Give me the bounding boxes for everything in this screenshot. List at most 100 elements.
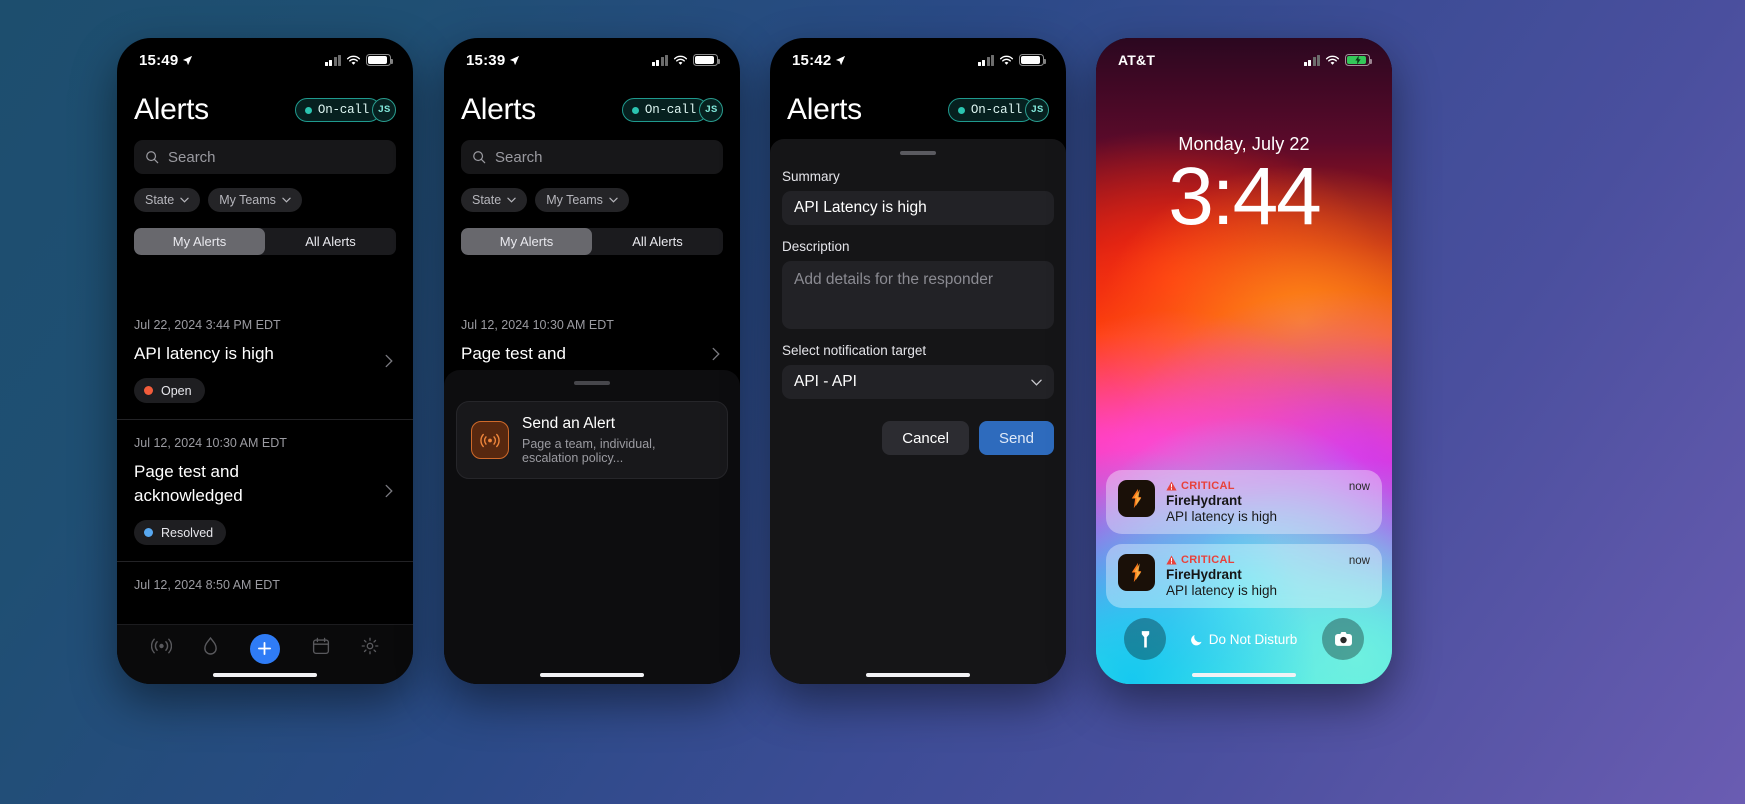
firehydrant-icon xyxy=(1118,480,1155,517)
status-time-group: 15:49 xyxy=(139,52,193,69)
status-time-group: 15:39 xyxy=(466,52,520,69)
tab-my-alerts[interactable]: My Alerts xyxy=(461,228,592,255)
phone-1-alerts-list: 15:49 Alerts On-call JS Search State My … xyxy=(117,38,413,684)
chevron-down-icon xyxy=(282,197,291,203)
warning-triangle-icon xyxy=(1166,555,1177,565)
cancel-button[interactable]: Cancel xyxy=(882,421,969,455)
description-field[interactable]: Add details for the responder xyxy=(782,261,1054,329)
send-alert-form-sheet: Summary API Latency is high Description … xyxy=(770,139,1066,684)
oncall-label: On-call xyxy=(317,103,369,117)
summary-field[interactable]: API Latency is high xyxy=(782,191,1054,225)
app-header-behind-sheet: Alerts On-call JS xyxy=(770,82,1066,138)
page-title: Alerts xyxy=(134,93,209,126)
notification-text: CRITICAL FireHydrant API latency is high xyxy=(1166,554,1370,598)
list-item[interactable]: CRITICAL FireHydrant API latency is high… xyxy=(1106,544,1382,608)
oncall-badge[interactable]: On-call xyxy=(621,98,708,122)
filter-chip-my-teams-label: My Teams xyxy=(219,193,276,207)
table-row[interactable]: Jul 12, 2024 10:30 AM EDT Page test and … xyxy=(117,420,413,562)
sidebar-item-schedule[interactable] xyxy=(312,637,330,660)
notification-level: CRITICAL xyxy=(1166,480,1370,492)
gear-icon xyxy=(361,637,379,655)
tab-all-alerts[interactable]: All Alerts xyxy=(592,228,723,255)
filter-chip-state[interactable]: State xyxy=(461,188,528,212)
header-right: On-call JS xyxy=(621,98,723,122)
create-button[interactable] xyxy=(249,633,280,664)
alert-date: Jul 12, 2024 10:30 AM EDT xyxy=(134,436,287,450)
filter-chip-state[interactable]: State xyxy=(134,188,201,212)
summary-value: API Latency is high xyxy=(794,199,927,216)
alert-date: Jul 12, 2024 8:50 AM EDT xyxy=(134,578,280,592)
alert-date: Jul 22, 2024 3:44 PM EDT xyxy=(134,318,281,332)
status-bar: 15:49 xyxy=(117,38,413,82)
sidebar-item-incidents[interactable] xyxy=(203,636,218,661)
firehydrant-glyph xyxy=(1131,562,1142,583)
sheet-grabber[interactable] xyxy=(900,151,936,155)
carrier-label: AT&T xyxy=(1118,52,1156,68)
cellular-signal-icon xyxy=(324,54,341,66)
filter-chip-my-teams[interactable]: My Teams xyxy=(535,188,629,212)
send-an-alert-title: Send an Alert xyxy=(522,415,616,432)
avatar[interactable]: JS xyxy=(699,98,723,122)
status-badge: Resolved xyxy=(134,520,227,545)
table-row[interactable]: Jul 22, 2024 3:44 PM EDT API latency is … xyxy=(117,302,413,420)
description-label: Description xyxy=(782,239,850,254)
tab-my-alerts[interactable]: My Alerts xyxy=(134,228,265,255)
wifi-icon xyxy=(1325,55,1340,65)
tab-all-alerts[interactable]: All Alerts xyxy=(265,228,396,255)
wifi-icon xyxy=(346,55,361,65)
notification-target-select[interactable]: API - API xyxy=(782,365,1054,399)
cellular-signal-icon xyxy=(651,54,668,66)
warning-triangle-icon xyxy=(1166,481,1177,491)
home-indicator xyxy=(866,673,970,677)
moon-icon xyxy=(1190,634,1202,645)
sheet-grabber[interactable] xyxy=(574,381,610,385)
filter-chip-state-label: State xyxy=(472,193,502,207)
status-badge-label: Resolved xyxy=(161,525,214,540)
notification-time: now xyxy=(1348,481,1370,493)
sidebar-item-alerts[interactable] xyxy=(150,638,172,659)
battery-icon xyxy=(1019,54,1047,66)
notification-time: now xyxy=(1348,555,1370,567)
flashlight-button[interactable] xyxy=(1124,618,1166,660)
alerts-segmented-control: My Alerts All Alerts xyxy=(134,228,396,255)
notification-level-label: CRITICAL xyxy=(1181,554,1235,566)
notification-target-value: API - API xyxy=(794,373,857,390)
list-item[interactable]: CRITICAL FireHydrant API latency is high… xyxy=(1106,470,1382,534)
calendar-icon xyxy=(312,637,329,655)
carrier-label-group: AT&T xyxy=(1118,52,1155,68)
status-indicators xyxy=(324,54,394,66)
filter-chip-my-teams[interactable]: My Teams xyxy=(208,188,302,212)
oncall-badge[interactable]: On-call xyxy=(294,98,381,122)
location-arrow-icon xyxy=(510,55,520,65)
header-right: On-call JS xyxy=(947,98,1049,122)
send-alert-sheet: Send an Alert Page a team, individual, e… xyxy=(444,370,740,684)
broadcast-signal-icon xyxy=(471,421,509,459)
status-indicators xyxy=(977,54,1047,66)
search-input[interactable]: Search xyxy=(461,140,723,174)
send-an-alert-card[interactable]: Send an Alert Page a team, individual, e… xyxy=(456,401,728,479)
search-input[interactable]: Search xyxy=(134,140,396,174)
oncall-status-dot xyxy=(304,106,312,114)
avatar[interactable]: JS xyxy=(372,98,396,122)
avatar[interactable]: JS xyxy=(1025,98,1049,122)
chevron-right-icon xyxy=(712,347,720,361)
notification-target-label: Select notification target xyxy=(782,343,927,358)
status-dot-resolved xyxy=(144,528,153,537)
oncall-badge[interactable]: On-call xyxy=(947,98,1034,122)
home-indicator xyxy=(1192,673,1296,677)
broadcast-icon xyxy=(150,638,172,654)
search-placeholder: Search xyxy=(168,148,216,166)
camera-icon xyxy=(1334,631,1352,646)
notification-body: API latency is high xyxy=(1166,509,1278,524)
title-row: Alerts On-call JS xyxy=(787,82,1049,138)
camera-button[interactable] xyxy=(1322,618,1364,660)
page-title: Alerts xyxy=(787,93,862,126)
notification-stack: CRITICAL FireHydrant API latency is high… xyxy=(1096,470,1392,618)
send-button[interactable]: Send xyxy=(978,421,1054,455)
table-row[interactable]: Jul 12, 2024 8:50 AM EDT xyxy=(117,562,413,608)
home-indicator xyxy=(540,673,644,677)
do-not-disturb-status: Do Not Disturb xyxy=(1190,632,1297,647)
notification-level: CRITICAL xyxy=(1166,554,1370,566)
firehydrant-glyph xyxy=(1131,488,1142,509)
sidebar-item-settings[interactable] xyxy=(361,637,379,660)
